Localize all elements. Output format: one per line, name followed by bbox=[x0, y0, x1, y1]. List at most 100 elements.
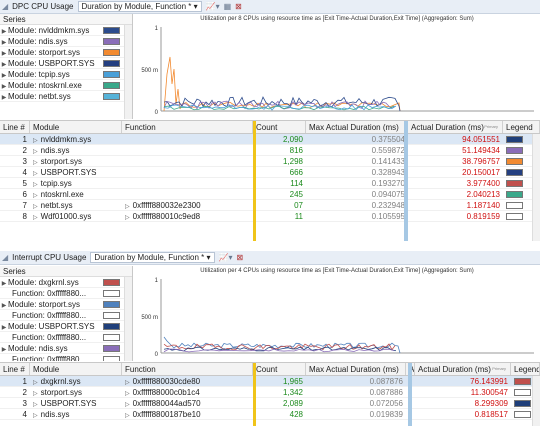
actual-duration-cell: 2.040213 bbox=[466, 190, 500, 199]
series-item[interactable]: ▶ Module: netbt.sys bbox=[0, 91, 132, 102]
dpc-view-combo[interactable]: Duration by Module, Function * ▾ bbox=[77, 1, 202, 12]
module-cell: ▷ Wdf01000.sys bbox=[30, 211, 122, 221]
series-item[interactable]: ▶ Module: tcpip.sys bbox=[0, 69, 132, 80]
table-row[interactable]: 3 ▷ USBPORT.SYS ▷ 0xfffff880044ad570 2,089 0.0… bbox=[0, 398, 540, 409]
series-item-label: Module: ndis.sys bbox=[8, 37, 68, 46]
irq-series-scrollbar[interactable] bbox=[124, 277, 132, 361]
expand-triangle-icon[interactable]: ▷ bbox=[125, 413, 130, 419]
series-item[interactable]: ▶ Module: storport.sys bbox=[0, 47, 132, 58]
expand-triangle-icon[interactable]: ▷ bbox=[33, 402, 38, 408]
actual-duration-cell: 1.187140 bbox=[466, 201, 500, 210]
series-item-label: Module: USBPORT.SYS bbox=[8, 322, 95, 331]
expand-triangle-icon[interactable]: ▷ bbox=[125, 402, 130, 408]
dpc-table-scrollbar[interactable] bbox=[532, 134, 540, 241]
expand-triangle-icon[interactable]: ▷ bbox=[33, 380, 38, 386]
close-panel-icon[interactable]: ⊠ bbox=[237, 253, 244, 262]
column-header[interactable]: Count bbox=[253, 363, 306, 375]
table-row[interactable]: 4 ▷ ndis.sys ▷ 0xfffff8800187be10 428 0.019839… bbox=[0, 409, 540, 420]
column-header[interactable]: Line # bbox=[0, 121, 30, 133]
expand-triangle-icon[interactable]: ▷ bbox=[125, 391, 130, 397]
column-header[interactable]: Line # bbox=[0, 363, 30, 375]
expand-triangle-icon[interactable]: ▷ bbox=[125, 204, 130, 210]
legend-swatch bbox=[506, 169, 523, 176]
collapse-triangle-icon[interactable]: ◢ bbox=[2, 253, 8, 262]
expand-triangle-icon[interactable]: ▷ bbox=[33, 413, 38, 419]
legend-swatch bbox=[514, 411, 531, 418]
max-duration-cell: 0.094075 bbox=[371, 190, 405, 199]
series-item[interactable]: ▶ Module: ndis.sys bbox=[0, 36, 132, 47]
expand-triangle-icon[interactable]: ▷ bbox=[33, 193, 38, 199]
expand-triangle-icon[interactable]: ▷ bbox=[33, 149, 38, 155]
column-header[interactable]: Actual Duration (ms) Primary bbox=[415, 363, 511, 375]
series-item[interactable]: ▶ Module: nvlddmkm.sys bbox=[0, 25, 132, 36]
expand-triangle-icon[interactable]: ▷ bbox=[125, 380, 130, 386]
dpc-view-combo-label: Duration by Module, Function * bbox=[81, 2, 192, 11]
column-header[interactable]: Function bbox=[122, 363, 253, 375]
irq-view-combo[interactable]: Duration by Module, Function * ▾ bbox=[90, 252, 215, 263]
series-color-swatch bbox=[103, 93, 120, 100]
expand-triangle-icon[interactable]: ▷ bbox=[33, 160, 38, 166]
table-row[interactable]: 2 ▷ storport.sys ▷ 0xfffff88000c0b1c4 1,342 0.… bbox=[0, 387, 540, 398]
irq-table-scrollbar[interactable] bbox=[532, 376, 540, 426]
column-header[interactable]: Max Actual Duration (ms) bbox=[306, 363, 406, 375]
column-header[interactable]: Max Actual Duration (ms) bbox=[306, 121, 408, 133]
irq-chart: Utilization per 4 CPUs using resource ti… bbox=[134, 266, 540, 361]
column-header[interactable]: Legend bbox=[503, 121, 540, 133]
column-header[interactable]: Module bbox=[30, 363, 122, 375]
irq-titlebar: ◢ Interrupt CPU Usage Duration by Module… bbox=[0, 251, 540, 265]
series-item[interactable]: ▶ Module: storport.sys bbox=[0, 299, 132, 310]
close-panel-icon[interactable]: ⊠ bbox=[235, 2, 242, 11]
column-header[interactable]: Legend bbox=[511, 363, 540, 375]
table-row[interactable]: 2 ▷ ndis.sys 816 0.559872 51.149434 bbox=[0, 145, 540, 156]
actual-duration-cell: 11.300547 bbox=[470, 388, 508, 397]
count-cell: 245 bbox=[289, 190, 303, 199]
table-row[interactable]: 1 ▷ dxgkrnl.sys ▷ 0xfffff880030cde80 1,965 0.0… bbox=[0, 376, 540, 387]
column-header[interactable]: Count bbox=[253, 121, 306, 133]
actual-duration-cell: 51.149434 bbox=[462, 146, 500, 155]
dpc-panel-title: DPC CPU Usage bbox=[12, 2, 74, 11]
series-item[interactable]: Function: 0xfffff880... bbox=[0, 288, 132, 299]
expand-triangle-icon[interactable]: ▷ bbox=[33, 182, 38, 188]
series-item[interactable]: ▶ Module: ntoskrnl.exe bbox=[0, 80, 132, 91]
collapse-triangle-icon[interactable]: ◢ bbox=[2, 2, 8, 11]
column-header[interactable]: Actual Duration (ms) Primary bbox=[408, 121, 503, 133]
expand-triangle-icon[interactable]: ▷ bbox=[33, 215, 38, 221]
module-name: USBPORT.SYS bbox=[40, 399, 97, 408]
table-icon[interactable]: ▦ bbox=[224, 2, 232, 11]
column-header-label: Count bbox=[256, 365, 278, 374]
actual-duration-cell: 3.977400 bbox=[466, 179, 500, 188]
column-header[interactable]: Function bbox=[122, 121, 253, 133]
expand-triangle-icon[interactable]: ▷ bbox=[33, 138, 38, 144]
expand-triangle-icon[interactable]: ▶ bbox=[0, 93, 8, 104]
legend-swatch bbox=[514, 389, 531, 396]
chart-type-icon[interactable]: 📈▾ bbox=[206, 2, 220, 11]
column-header-label: Actual Duration (ms) bbox=[411, 123, 484, 132]
count-cell: 1,342 bbox=[282, 388, 303, 397]
series-item[interactable]: Function: 0xfffff880... bbox=[0, 354, 132, 361]
table-row[interactable]: 5 ▷ tcpip.sys 114 0.193270 3.977400 bbox=[0, 178, 540, 189]
series-item[interactable]: ▶ Module: ndis.sys bbox=[0, 343, 132, 354]
module-cell: ▷ storport.sys bbox=[30, 387, 122, 397]
expand-triangle-icon[interactable]: ▷ bbox=[33, 204, 38, 210]
column-header[interactable]: Module bbox=[30, 121, 122, 133]
series-item[interactable]: ▶ Module: USBPORT.SYS bbox=[0, 58, 132, 69]
series-item[interactable]: ▶ Module: dxgkrnl.sys bbox=[0, 277, 132, 288]
series-item[interactable]: Function: 0xfffff880... bbox=[0, 310, 132, 321]
table-row[interactable]: 6 ▷ ntoskrnl.exe 245 0.094075 2.040213 bbox=[0, 189, 540, 200]
count-cell: 2,090 bbox=[282, 135, 303, 144]
table-row[interactable]: 1 ▷ nvlddmkm.sys 2,090 0.375504 94.051551 bbox=[0, 134, 540, 145]
expand-triangle-icon[interactable]: ▷ bbox=[125, 215, 130, 221]
irq-chart-caption: Utilization per 4 CPUs using resource ti… bbox=[200, 268, 474, 274]
series-item[interactable]: Function: 0xfffff880... bbox=[0, 332, 132, 343]
max-duration-cell: 0.019839 bbox=[369, 410, 403, 419]
series-item[interactable]: ▶ Module: USBPORT.SYS bbox=[0, 321, 132, 332]
max-duration-cell: 0.087876 bbox=[369, 377, 403, 386]
chart-type-icon[interactable]: 📈▾ bbox=[219, 253, 233, 262]
table-row[interactable]: 8 ▷ Wdf01000.sys ▷ 0xfffff880010c9ed8 11 0.105… bbox=[0, 211, 540, 222]
table-row[interactable]: 7 ▷ netbt.sys ▷ 0xfffff880032e2300 07 0.232948… bbox=[0, 200, 540, 211]
table-row[interactable]: 3 ▷ storport.sys 1,298 0.141433 38.796757 bbox=[0, 156, 540, 167]
expand-triangle-icon[interactable]: ▷ bbox=[33, 391, 38, 397]
table-row[interactable]: 4 ▷ USBPORT.SYS 666 0.328943 20.150017 bbox=[0, 167, 540, 178]
expand-triangle-icon[interactable]: ▷ bbox=[33, 171, 38, 177]
dpc-series-scrollbar[interactable] bbox=[124, 25, 132, 119]
